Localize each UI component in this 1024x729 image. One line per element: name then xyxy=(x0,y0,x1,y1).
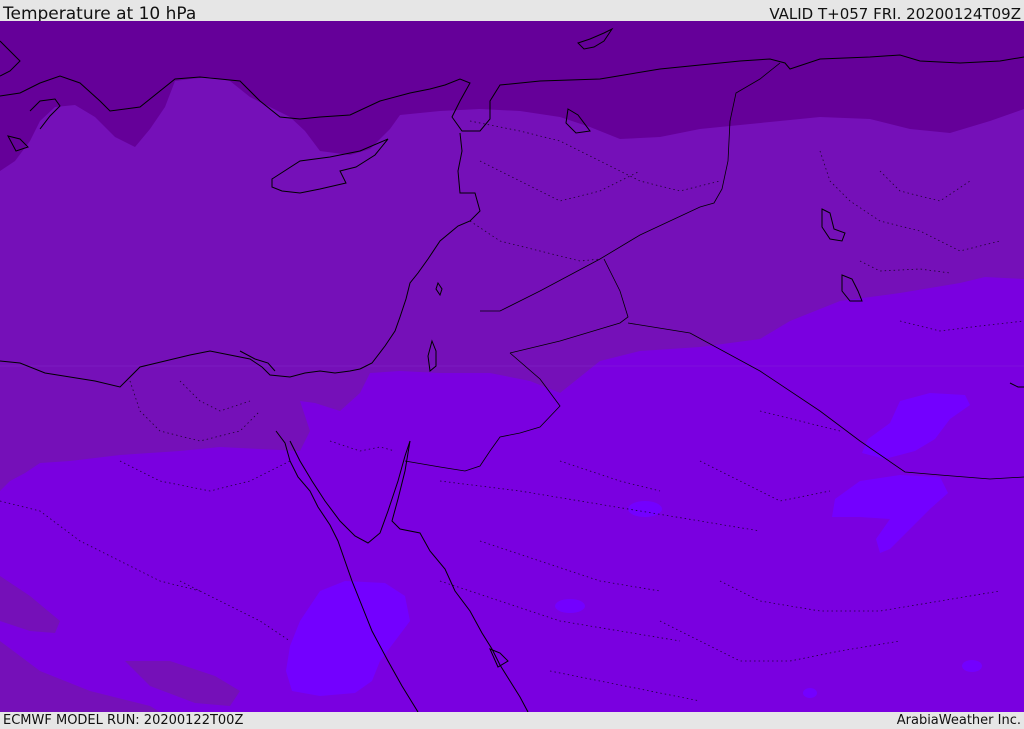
warm-spot-4 xyxy=(803,688,817,698)
warm-spot-3 xyxy=(962,660,982,672)
warm-spot-2 xyxy=(555,599,585,613)
footer-bar: ECMWF MODEL RUN: 20200122T00Z ArabiaWeat… xyxy=(0,712,1024,729)
model-run: ECMWF MODEL RUN: 20200122T00Z xyxy=(3,713,244,728)
temperature-map[interactable] xyxy=(0,21,1024,712)
credit: ArabiaWeather Inc. xyxy=(896,713,1021,728)
header-bar: Temperature at 10 hPa VALID T+057 FRI. 2… xyxy=(0,0,1024,24)
warm-spot-1 xyxy=(628,501,662,517)
map-canvas xyxy=(0,21,1024,712)
